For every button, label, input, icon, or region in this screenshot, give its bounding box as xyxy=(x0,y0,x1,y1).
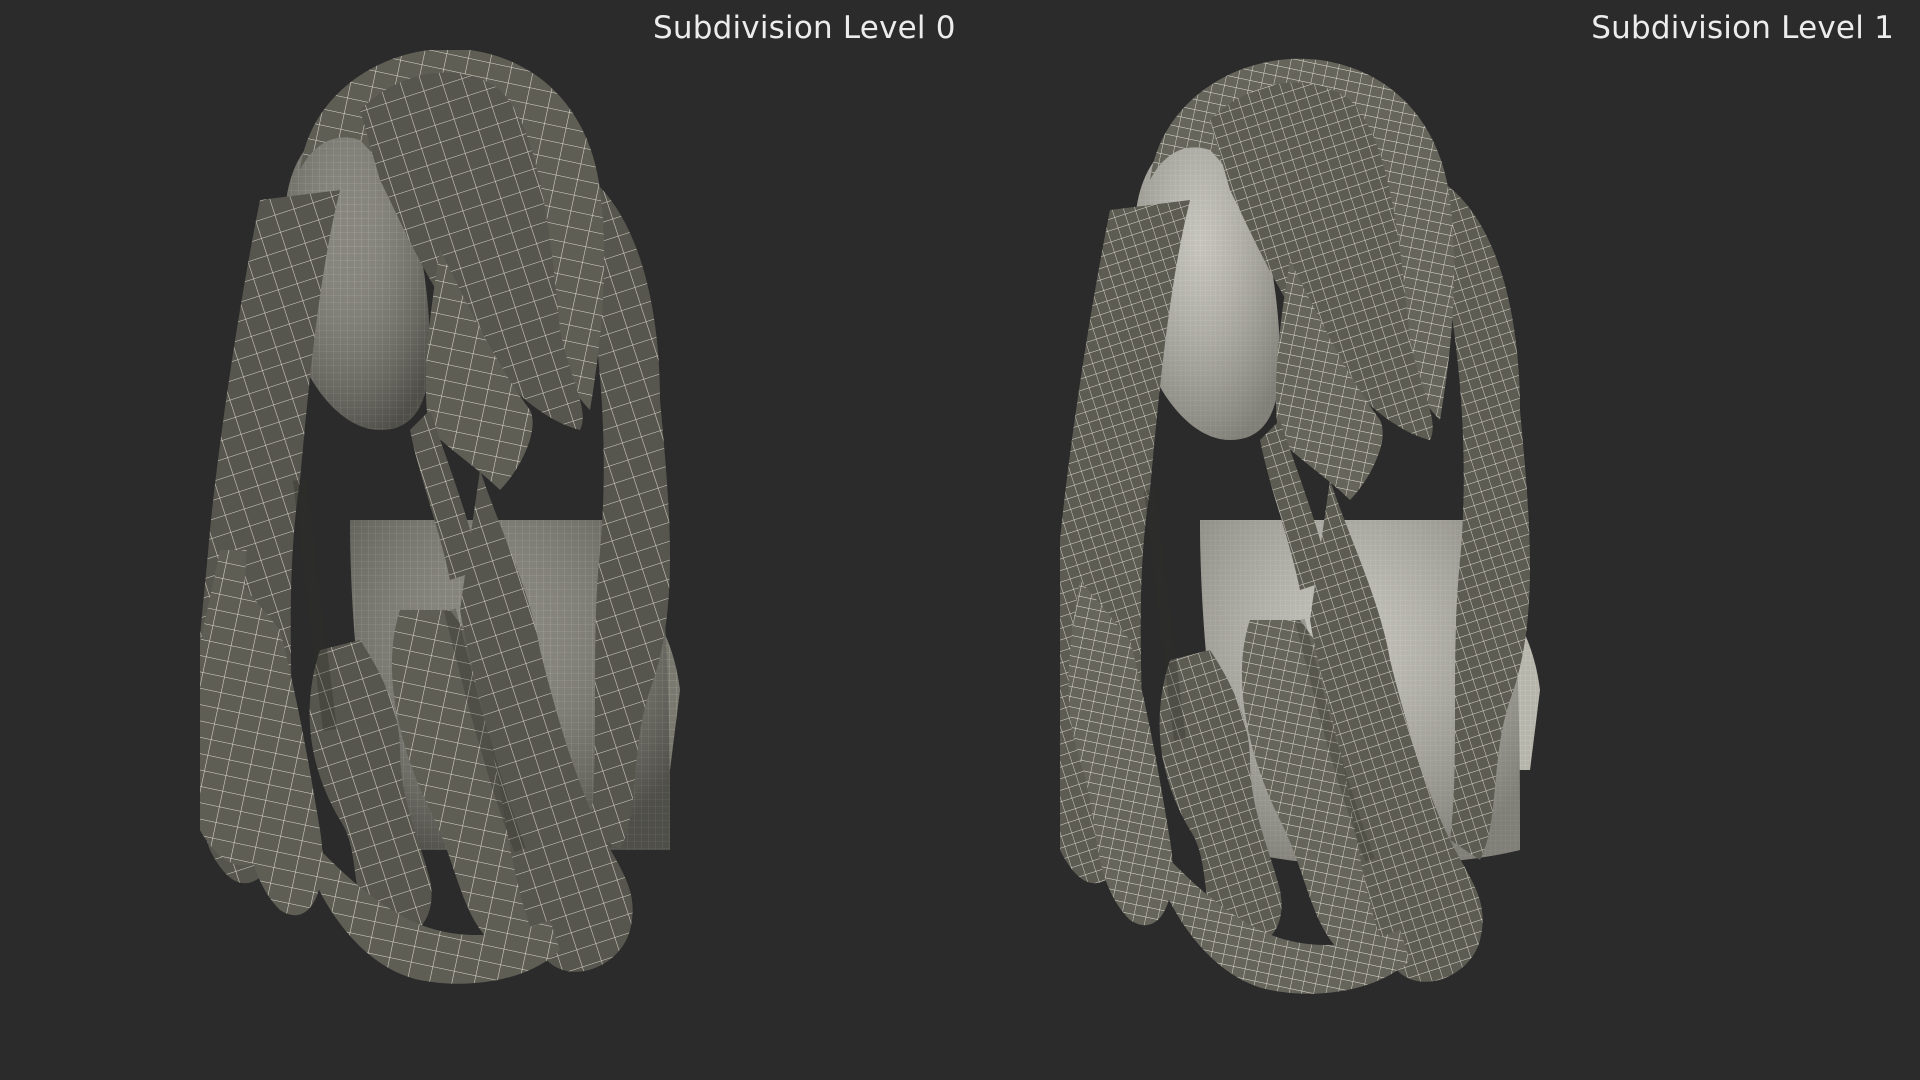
viewport-label-level-0: Subdivision Level 0 xyxy=(653,10,956,46)
hair-render-level-1 xyxy=(1060,50,1700,1050)
hair-render-level-0 xyxy=(200,50,840,1050)
render-stage: Subdivision Level 0 Subdivision Level 1 xyxy=(0,0,1920,1080)
viewport-label-level-1: Subdivision Level 1 xyxy=(1591,10,1894,46)
